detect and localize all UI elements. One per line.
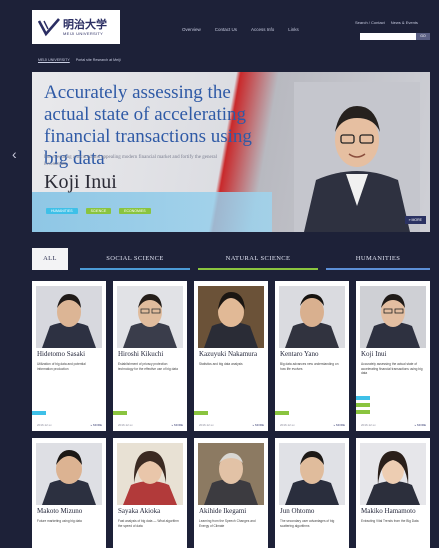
researcher-photo [198,443,264,505]
card-date: 2016.12.xx [199,423,214,427]
hero-name: Koji Inui [44,171,117,193]
researcher-name: Hidetomo Sasaki [37,350,86,358]
researcher-desc: Fast analysis of big data — What algorit… [118,519,179,528]
card-date: 2016.12.xx [37,423,52,427]
researcher-card[interactable]: Makiko Hamamoto Extracting Vital Trends … [356,438,430,548]
breadcrumb-current: Portal site Research at Meiji [75,58,121,62]
researcher-card[interactable]: Hiroshi Kikuchi Establishment of privacy… [113,281,187,431]
breadcrumb-home[interactable]: MEIJI UNIVERSITY [38,58,70,62]
breadcrumb: MEIJI UNIVERSITY Portal site Research at… [38,58,121,62]
nav-access[interactable]: Access Info [251,27,274,32]
researcher-desc: Utilization of big data and potential in… [37,362,86,371]
tab-label: HUMANITIES [355,255,401,262]
researcher-desc: Establishment of privacy protection tech… [118,362,178,371]
logo-jp-text: 明治大学 [63,17,107,31]
researcher-photo [117,443,183,505]
tab-label: NATURAL SCIENCE [225,255,291,262]
tab-label: ALL [43,255,57,262]
researcher-card[interactable]: Kentaro Yano Big data advances new under… [275,281,349,431]
tab-label: SOCIAL SCIENCE [106,255,164,262]
researcher-name: Koji Inui [361,350,387,358]
logo-mark-icon [38,18,60,37]
researcher-card[interactable]: Kazuyuki Nakamura Statistics and big dat… [194,281,268,431]
hero-portrait-image [294,82,420,232]
tab-all[interactable]: ALL [32,248,68,270]
category-chip [32,411,46,415]
researcher-desc: Big data advances new understanding on h… [280,362,339,371]
card-date: 2016.12.xx [118,423,133,427]
top-bar: 明治大学 MEIJI UNIVERSITY Overview Contact U… [0,0,439,50]
hero-prev-arrow-icon[interactable]: ‹ [12,146,17,162]
category-chip [194,411,208,415]
category-chip [356,403,370,407]
researcher-desc: Statistics and big data analysis [199,362,243,366]
logo-en-text: MEIJI UNIVERSITY [63,30,104,36]
utility-links: Search / Contact News & Events [355,20,418,25]
researcher-photo [279,443,345,505]
researcher-desc: The secondary user advantages of big sca… [280,519,335,528]
card-more-link[interactable]: » MORE [252,423,264,427]
category-chip [113,411,127,415]
tab-underline [198,268,318,270]
hero-tag[interactable]: HUMANITIES [46,208,78,214]
researcher-name: Jun Ohtomo [280,507,315,515]
category-tabs: ALL SOCIAL SCIENCE NATURAL SCIENCE HUMAN… [32,248,430,272]
hero-banner[interactable]: Accurately assessing the actual state of… [32,72,430,232]
tab-social-science[interactable]: SOCIAL SCIENCE [80,248,190,270]
researcher-desc: Learning from the Speech Changes and Ene… [199,519,256,528]
main-nav: Overview Contact Us Access Info Links [182,27,299,32]
researcher-name: Makoto Mizuno [37,507,83,515]
researcher-photo [198,286,264,348]
nav-contact[interactable]: Contact Us [215,27,237,32]
researcher-photo [279,286,345,348]
researcher-photo [360,286,426,348]
card-more-link[interactable]: » MORE [414,423,426,427]
university-logo[interactable]: 明治大学 MEIJI UNIVERSITY [32,10,120,44]
researcher-photo [117,286,183,348]
tab-humanities[interactable]: HUMANITIES [326,248,430,270]
researcher-photo [360,443,426,505]
researcher-card[interactable]: Makoto Mizuno Future marketing using big… [32,438,106,548]
researcher-desc: Accurately assessing the actual state of… [361,362,423,375]
researcher-card[interactable]: Jun Ohtomo The secondary user advantages… [275,438,349,548]
tab-natural-science[interactable]: NATURAL SCIENCE [198,248,318,270]
link-search-contact[interactable]: Search / Contact [355,20,385,25]
search-input[interactable] [360,33,416,40]
researcher-card[interactable]: Sayaka Akioka Fast analysis of big data … [113,438,187,548]
researcher-card[interactable]: Koji Inui Accurately assessing the actua… [356,281,430,431]
hero-tag[interactable]: ECONOMIES [119,208,151,214]
tab-underline [80,268,190,270]
researcher-name: Hiroshi Kikuchi [118,350,164,358]
tab-underline [326,268,430,270]
card-date: 2016.12.xx [361,423,376,427]
researcher-photo [36,286,102,348]
nav-links[interactable]: Links [288,27,299,32]
card-more-link[interactable]: » MORE [333,423,345,427]
card-more-link[interactable]: » MORE [171,423,183,427]
hero-subtitle: For executing a secured and appealing mo… [44,155,217,167]
hero-tags: HUMANITIES SCIENCE ECONOMIES [46,208,151,214]
researcher-card[interactable]: Akihide Ikegami Learning from the Speech… [194,438,268,548]
researcher-name: Makiko Hamamoto [361,507,416,515]
card-more-link[interactable]: » MORE [90,423,102,427]
researcher-desc: Future marketing using big data [37,519,82,523]
category-chip [275,411,289,415]
category-chip [356,410,370,414]
researcher-name: Kentaro Yano [280,350,319,358]
card-date: 2016.12.xx [280,423,295,427]
researcher-card[interactable]: Hidetomo Sasaki Utilization of big data … [32,281,106,431]
researcher-name: Kazuyuki Nakamura [199,350,258,358]
hero-more-button[interactable]: » MORE [404,216,426,224]
hero-tag[interactable]: SCIENCE [85,208,112,214]
researcher-photo [36,443,102,505]
researcher-name: Akihide Ikegami [199,507,247,515]
nav-overview[interactable]: Overview [182,27,201,32]
link-news-events[interactable]: News & Events [391,20,418,25]
category-chip [356,396,370,400]
search-button[interactable]: GO [416,33,430,40]
researcher-name: Sayaka Akioka [118,507,161,515]
researcher-desc: Extracting Vital Trends from the Big Dat… [361,519,419,523]
